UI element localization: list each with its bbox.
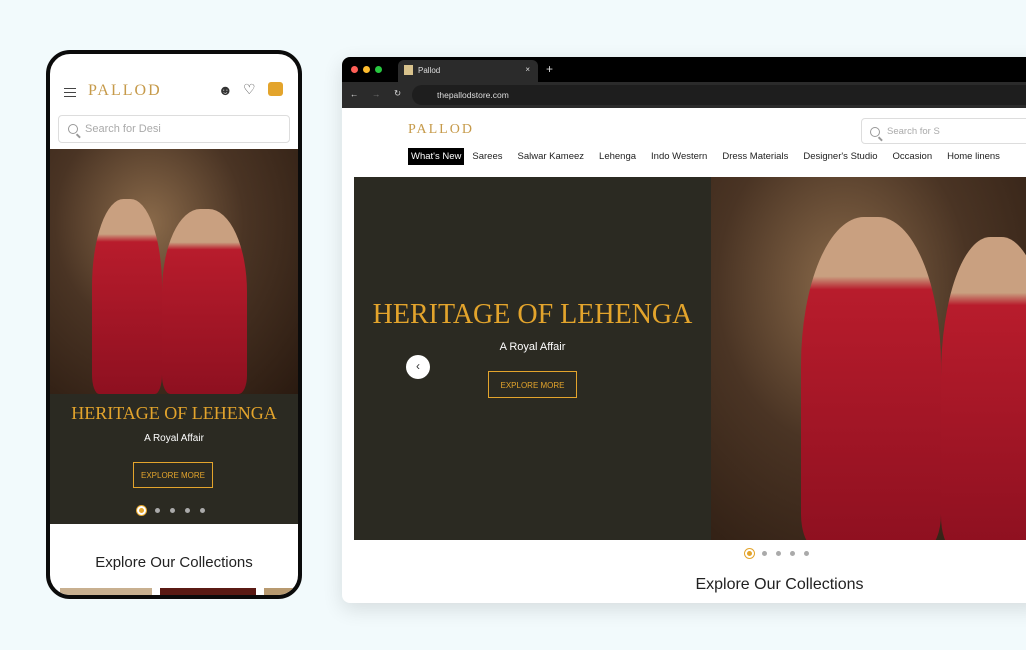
forward-icon[interactable]: → <box>372 89 381 99</box>
phone-mockup: PALLOD ☻ ♡ Search for Desi HERITAGE OF L… <box>46 50 302 599</box>
collection-thumb[interactable] <box>60 588 152 595</box>
carousel-dot[interactable] <box>185 508 190 513</box>
logo[interactable]: PALLOD <box>408 122 474 138</box>
tab-pallod[interactable]: Pallod × <box>398 60 538 82</box>
hero-subtitle: A Royal Affair <box>144 433 204 444</box>
hero-subtitle: A Royal Affair <box>499 341 566 353</box>
search-icon <box>68 124 78 134</box>
hero-image <box>50 149 298 394</box>
menu-icon[interactable] <box>64 88 76 97</box>
nav-indo-western[interactable]: Indo Western <box>651 151 707 162</box>
carousel-dot[interactable] <box>776 551 781 556</box>
reload-icon[interactable]: ↻ <box>394 88 401 99</box>
hero-panel: HERITAGE OF LEHENGA A Royal Affair EXPLO… <box>50 394 298 524</box>
new-tab-icon[interactable]: + <box>546 62 553 76</box>
address-bar: ← → ↻ thepallodstore.com <box>342 82 1026 108</box>
hero-title: HERITAGE OF LEHENGA <box>71 403 277 423</box>
nav-occasion[interactable]: Occasion <box>893 151 933 162</box>
section-title: Explore Our Collections <box>95 554 253 571</box>
phone-header: PALLOD ☻ ♡ <box>50 54 298 114</box>
url-field[interactable]: thepallodstore.com <box>412 85 1026 105</box>
shopping-bag-icon[interactable] <box>268 82 283 96</box>
carousel-dot[interactable] <box>804 551 809 556</box>
hero-panel: HERITAGE OF LEHENGA A Royal Affair EXPLO… <box>354 177 711 540</box>
back-icon[interactable]: ← <box>350 89 359 99</box>
nav-home-linens[interactable]: Home linens <box>947 151 1000 162</box>
section-title: Explore Our Collections <box>695 576 864 593</box>
search-icon <box>870 127 880 137</box>
hero-title: HERITAGE OF LEHENGA <box>372 299 693 330</box>
carousel-dot[interactable] <box>170 508 175 513</box>
carousel-dot[interactable] <box>790 551 795 556</box>
carousel-dot[interactable] <box>762 551 767 556</box>
nav-lehenga[interactable]: Lehenga <box>599 151 636 162</box>
hero-image <box>711 177 1026 540</box>
tab-title: Pallod <box>418 66 441 75</box>
nav-salwar-kameez[interactable]: Salwar Kameez <box>518 151 585 162</box>
tab-bar: Pallod × + <box>342 57 1026 82</box>
collection-thumb[interactable] <box>264 588 298 595</box>
carousel-dot[interactable] <box>745 549 754 558</box>
browser-window: Pallod × + ← → ↻ thepallodstore.com PALLO… <box>342 57 1026 603</box>
heart-icon[interactable]: ♡ <box>243 81 256 98</box>
favicon-icon <box>404 65 413 75</box>
main-nav: What's New Sarees Salwar Kameez Lehenga Indo… <box>408 148 1015 165</box>
nav-designers-studio[interactable]: Designer's Studio <box>803 151 877 162</box>
carousel-dot[interactable] <box>200 508 205 513</box>
explore-more-button[interactable]: EXPLORE MORE <box>133 462 213 488</box>
collection-thumb[interactable] <box>160 588 256 595</box>
nav-sarees[interactable]: Sarees <box>472 151 502 162</box>
logo[interactable]: PALLOD <box>88 82 162 100</box>
search-input[interactable]: Search for Desi <box>58 115 290 143</box>
user-icon[interactable]: ☻ <box>218 82 233 98</box>
url-text: thepallodstore.com <box>437 90 509 100</box>
close-tab-icon[interactable]: × <box>525 65 530 74</box>
nav-dress-materials[interactable]: Dress Materials <box>722 151 788 162</box>
nav-whats-new[interactable]: What's New <box>408 148 465 165</box>
carousel-dot[interactable] <box>155 508 160 513</box>
carousel-prev-button[interactable]: ‹ <box>406 355 430 379</box>
search-input[interactable]: Search for S <box>861 118 1026 144</box>
explore-more-button[interactable]: EXPLORE MORE <box>488 371 577 398</box>
carousel-dot[interactable] <box>137 506 146 515</box>
